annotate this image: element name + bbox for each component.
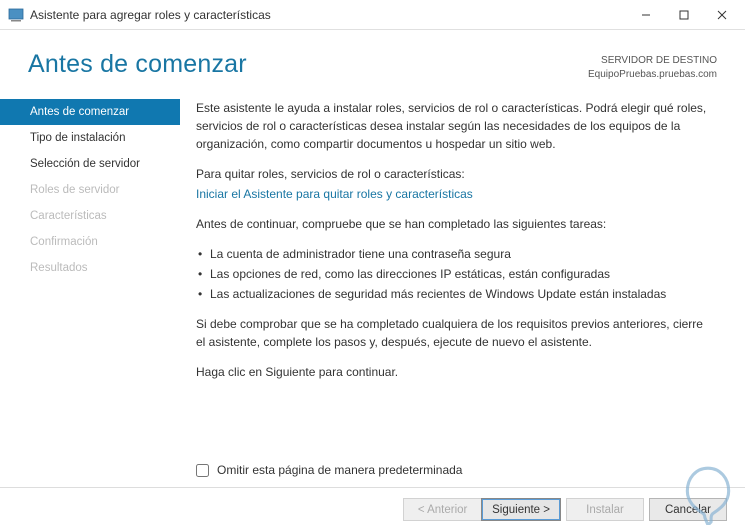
step-before-you-begin[interactable]: Antes de comenzar [0, 99, 180, 125]
list-item: Las opciones de red, como las direccione… [196, 265, 715, 283]
remove-roles-link[interactable]: Iniciar el Asistente para quitar roles y… [196, 185, 715, 203]
minimize-button[interactable] [627, 0, 665, 30]
window-controls [627, 0, 741, 30]
maximize-button[interactable] [665, 0, 703, 30]
verify-note: Si debe comprobar que se ha completado c… [196, 315, 715, 351]
server-manager-icon [8, 7, 24, 23]
titlebar: Asistente para agregar roles y caracterí… [0, 0, 745, 30]
wizard-body: Antes de comenzar Tipo de instalación Se… [0, 93, 745, 481]
list-item: Las actualizaciones de seguridad más rec… [196, 285, 715, 303]
step-server-selection[interactable]: Selección de servidor [0, 151, 180, 177]
step-results: Resultados [0, 255, 180, 281]
wizard-steps-sidebar: Antes de comenzar Tipo de instalación Se… [0, 93, 180, 481]
page-title: Antes de comenzar [28, 50, 247, 79]
step-server-roles: Roles de servidor [0, 177, 180, 203]
intro-text: Este asistente le ayuda a instalar roles… [196, 99, 715, 153]
wizard-content: Este asistente le ayuda a instalar roles… [180, 93, 745, 481]
cancel-button[interactable]: Cancelar [649, 498, 727, 521]
precheck-text: Antes de continuar, compruebe que se han… [196, 215, 715, 233]
wizard-header: Antes de comenzar SERVIDOR DE DESTINO Eq… [0, 30, 745, 93]
server-label: SERVIDOR DE DESTINO [588, 54, 717, 68]
destination-server-info: SERVIDOR DE DESTINO EquipoPruebas.prueba… [588, 50, 717, 81]
nav-button-group: < Anterior Siguiente > [403, 498, 561, 521]
remove-prompt: Para quitar roles, servicios de rol o ca… [196, 165, 715, 183]
skip-page-row: Omitir esta página de manera predetermin… [196, 463, 462, 477]
step-features: Características [0, 203, 180, 229]
server-name: EquipoPruebas.pruebas.com [588, 68, 717, 82]
list-item: La cuenta de administrador tiene una con… [196, 245, 715, 263]
window-title: Asistente para agregar roles y caracterí… [30, 8, 627, 22]
step-confirmation: Confirmación [0, 229, 180, 255]
next-button[interactable]: Siguiente > [481, 498, 561, 521]
close-button[interactable] [703, 0, 741, 30]
prerequisite-list: La cuenta de administrador tiene una con… [196, 245, 715, 303]
continue-hint: Haga clic en Siguiente para continuar. [196, 363, 715, 381]
skip-page-label: Omitir esta página de manera predetermin… [217, 463, 462, 477]
wizard-footer: < Anterior Siguiente > Instalar Cancelar [0, 487, 745, 531]
step-installation-type[interactable]: Tipo de instalación [0, 125, 180, 151]
install-button: Instalar [566, 498, 644, 521]
skip-page-checkbox[interactable] [196, 464, 209, 477]
previous-button: < Anterior [403, 498, 481, 521]
